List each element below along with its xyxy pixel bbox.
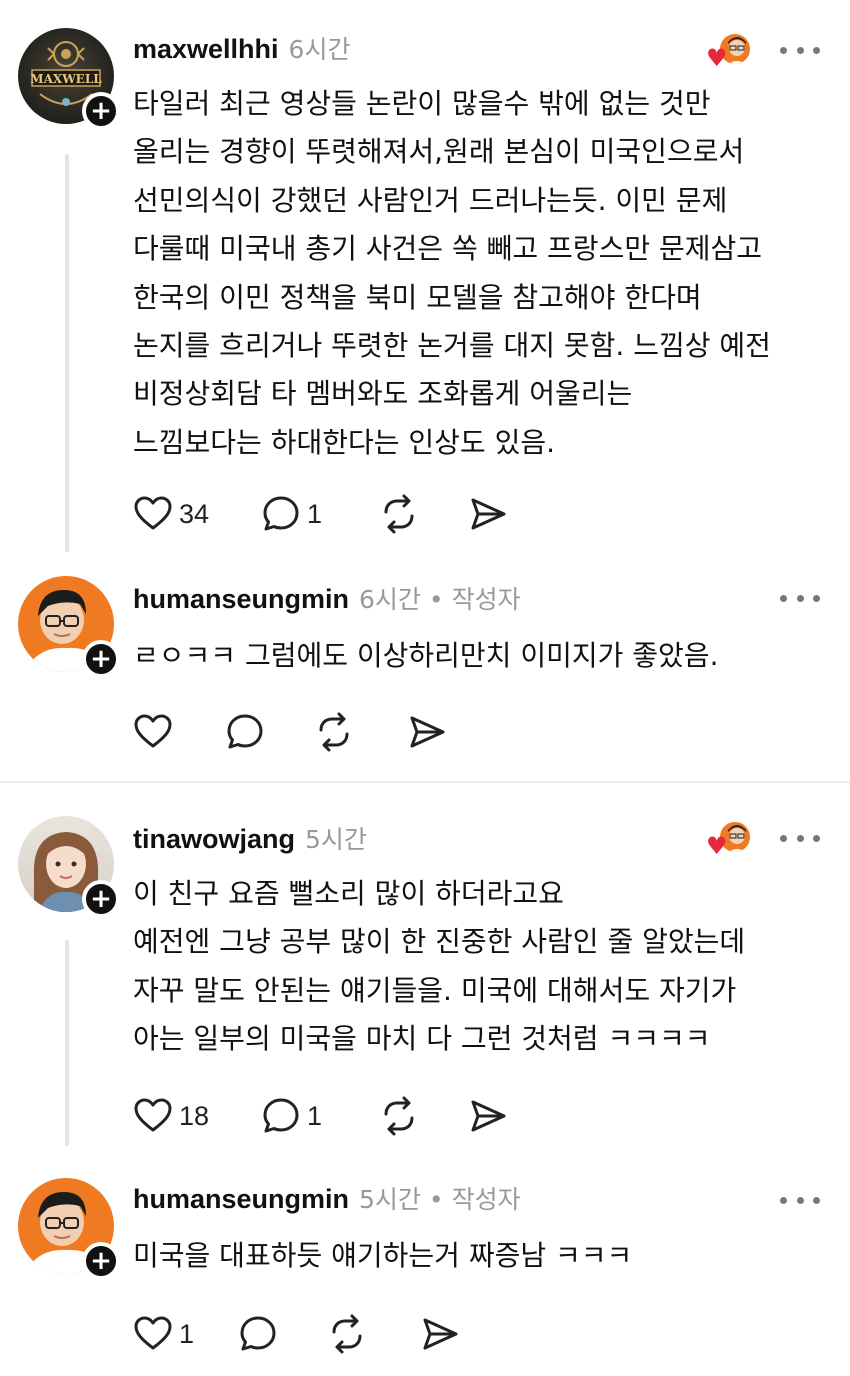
send-arrow-icon: [471, 1100, 506, 1132]
heart-outline-icon: [134, 496, 172, 530]
send-arrow-icon: [423, 1318, 458, 1350]
liked-by-avatar[interactable]: ♥: [706, 820, 752, 858]
repost-button[interactable]: [326, 1314, 368, 1354]
post-humanseungmin-reply-1: + humanseungmin 6시간 • 작성자 ㄹㅇㅋㅋ 그럼에도 이상하리…: [0, 560, 850, 780]
repost-arrows-icon: [384, 1096, 414, 1136]
timestamp: 5시간: [305, 825, 367, 854]
like-count: 1: [179, 1318, 195, 1349]
repost-arrows-icon: [319, 712, 349, 752]
follow-plus-icon[interactable]: +: [82, 1242, 120, 1280]
repost-button[interactable]: [378, 494, 420, 534]
like-button[interactable]: 18: [133, 1096, 209, 1136]
more-dots-icon[interactable]: [780, 40, 820, 60]
comment-bubble-icon: [227, 714, 263, 749]
svg-text:MAXWELL: MAXWELL: [30, 72, 102, 86]
like-button[interactable]: 1: [133, 1314, 194, 1354]
heart-outline-icon: [134, 1316, 172, 1350]
heart-outline-icon: [134, 1098, 172, 1132]
heart-outline-icon: [134, 714, 172, 748]
share-button[interactable]: [468, 1096, 508, 1136]
like-button[interactable]: [133, 712, 173, 752]
thread-line: [65, 940, 69, 1146]
like-count: 18: [179, 1100, 210, 1131]
avatar-humanseungmin[interactable]: +: [18, 576, 120, 678]
repost-button[interactable]: [313, 712, 355, 752]
share-button[interactable]: [420, 1314, 460, 1354]
liked-by-avatar[interactable]: ♥: [706, 32, 752, 70]
author-tag: • 작성자: [428, 585, 521, 614]
follow-plus-icon[interactable]: +: [82, 880, 120, 918]
comment-bubble-icon: [240, 1316, 276, 1351]
author-tag: • 작성자: [428, 1185, 521, 1214]
share-button[interactable]: [468, 494, 508, 534]
reply-button[interactable]: [238, 1314, 278, 1354]
repost-button[interactable]: [378, 1096, 420, 1136]
send-arrow-icon: [471, 498, 506, 530]
post-text: 이 친구 요즘 뻘소리 많이 하더라고요 예전엔 그냥 공부 많이 한 진중한 …: [133, 877, 746, 1056]
more-dots-icon[interactable]: [780, 588, 820, 608]
avatar-maxwellhhi[interactable]: MAXWELL +: [18, 28, 120, 130]
follow-plus-icon[interactable]: +: [82, 640, 120, 678]
post-humanseungmin-reply-2: + humanseungmin 5시간 • 작성자 미국을 대표하듯 얘기하는거…: [0, 1164, 850, 1376]
send-arrow-icon: [410, 716, 445, 748]
like-count: 34: [179, 498, 210, 529]
share-button[interactable]: [407, 712, 447, 752]
repost-arrows-icon: [332, 1314, 362, 1354]
username[interactable]: humanseungmin: [133, 1184, 349, 1215]
heart-icon: ♥: [706, 832, 728, 860]
heart-icon: ♥: [706, 44, 728, 72]
reply-count: 1: [307, 1100, 323, 1131]
avatar-humanseungmin[interactable]: +: [18, 1178, 120, 1280]
thread-line: [65, 154, 69, 552]
post-text: 타일러 최근 영상들 논란이 많을수 밖에 없는 것만 올리는 경향이 뚜렷해져…: [133, 87, 771, 459]
timestamp: 5시간: [359, 1185, 421, 1214]
username[interactable]: maxwellhhi: [133, 34, 279, 65]
post-tinawowjang: + tinawowjang 5시간 ♥ 이 친구 요즘 뻘소리 많이 하더라고요…: [0, 784, 850, 1164]
avatar-tinawowjang[interactable]: +: [18, 816, 120, 918]
thread-divider: [0, 781, 850, 783]
timestamp: 6시간: [359, 585, 421, 614]
follow-plus-icon[interactable]: +: [82, 92, 120, 130]
repost-arrows-icon: [384, 494, 414, 534]
post-text: 미국을 대표하듯 얘기하는거 짜증남 ㅋㅋㅋ: [133, 1239, 633, 1272]
more-dots-icon[interactable]: [780, 1190, 820, 1210]
comment-bubble-icon: [263, 496, 299, 531]
more-dots-icon[interactable]: [780, 828, 820, 848]
reply-button[interactable]: [225, 712, 265, 752]
reply-count: 1: [307, 498, 323, 529]
like-button[interactable]: 34: [133, 494, 209, 534]
username[interactable]: humanseungmin: [133, 584, 349, 615]
post-text: ㄹㅇㅋㅋ 그럼에도 이상하리만치 이미지가 좋았음.: [133, 639, 719, 672]
comment-bubble-icon: [263, 1098, 299, 1133]
reply-button[interactable]: 1: [261, 494, 322, 534]
reply-button[interactable]: 1: [261, 1096, 322, 1136]
post-maxwellhhi: MAXWELL + maxwellhhi 6시간 ♥ 타일러 최근 영상들 논란…: [0, 0, 850, 560]
timestamp: 6시간: [288, 35, 351, 64]
username[interactable]: tinawowjang: [133, 824, 295, 855]
